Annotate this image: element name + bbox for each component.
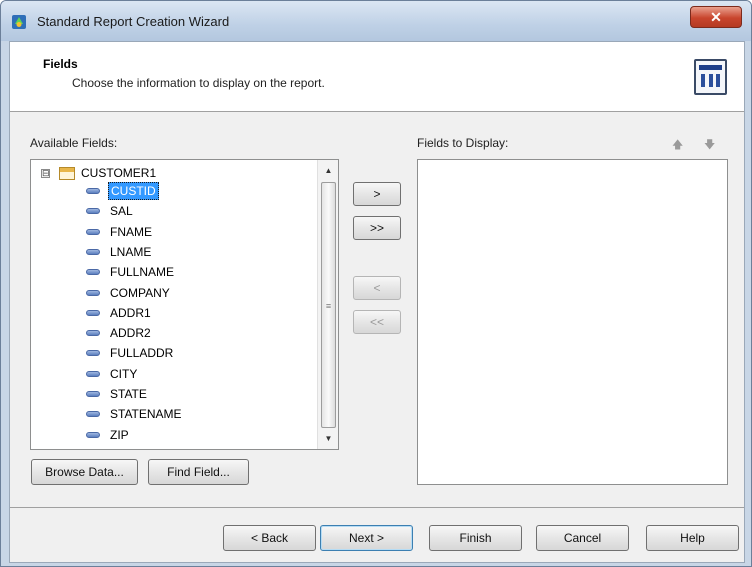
field-icon	[86, 208, 100, 215]
field-icon	[86, 431, 100, 438]
vertical-scrollbar[interactable]: ▲ ≡ ▼	[317, 160, 338, 449]
fields-to-display-label: Fields to Display:	[417, 136, 509, 150]
browse-data-button[interactable]: Browse Data...	[31, 459, 138, 485]
field-icon	[86, 289, 100, 296]
move-up-icon[interactable]: 🡅	[672, 136, 683, 155]
field-item[interactable]: STATE	[86, 385, 149, 403]
field-icon	[86, 391, 100, 397]
field-item[interactable]: FULLADDR	[86, 344, 175, 362]
field-label: STATENAME	[110, 407, 182, 422]
field-item[interactable]: COMPANY	[86, 284, 172, 302]
table-columns-icon	[694, 59, 727, 95]
available-fields-label: Available Fields:	[30, 136, 118, 150]
field-item[interactable]: STATENAME	[86, 405, 184, 423]
page-subtitle: Choose the information to display on the…	[72, 76, 325, 90]
table-icon	[59, 166, 75, 180]
title-bar[interactable]: Standard Report Creation Wizard ✕	[1, 1, 751, 41]
field-item[interactable]: ADDR2	[86, 324, 153, 342]
tree-root-customer1[interactable]: ⊟ CUSTOMER1	[41, 164, 156, 182]
field-label: ADDR1	[110, 305, 151, 320]
field-label: COMPANY	[110, 285, 170, 300]
field-label: CITY	[110, 366, 138, 381]
wizard-header: Fields Choose the information to display…	[10, 42, 744, 112]
scroll-down-icon[interactable]: ▼	[318, 430, 339, 447]
wizard-window: Standard Report Creation Wizard ✕ Fields…	[0, 0, 752, 567]
field-label: FULLNAME	[110, 265, 175, 280]
field-item[interactable]: FNAME	[86, 223, 154, 241]
scroll-thumb[interactable]: ≡	[321, 182, 336, 428]
app-icon	[12, 15, 26, 29]
field-label: ADDR2	[110, 326, 151, 341]
field-icon	[86, 411, 100, 418]
tree-root-label: CUSTOMER1	[81, 166, 157, 180]
field-label: LNAME	[110, 244, 152, 259]
field-icon	[86, 248, 100, 255]
field-label: FULLADDR	[110, 346, 174, 361]
field-item[interactable]: FULLNAME	[86, 263, 176, 281]
field-label: SAL	[110, 204, 133, 219]
finish-button[interactable]: Finish	[429, 525, 522, 551]
field-icon	[86, 330, 100, 337]
add-all-fields-button[interactable]: >>	[353, 216, 401, 240]
wizard-body: Fields Choose the information to display…	[9, 41, 745, 563]
fields-to-display-list[interactable]	[417, 159, 728, 485]
field-label: FNAME	[110, 224, 152, 239]
field-item[interactable]: CUSTID	[86, 182, 159, 200]
window-title: Standard Report Creation Wizard	[37, 14, 230, 29]
move-down-icon[interactable]: 🡇	[704, 136, 715, 155]
field-icon	[86, 269, 100, 276]
field-icon	[86, 309, 100, 316]
next-button[interactable]: Next >	[320, 525, 413, 551]
cancel-button[interactable]: Cancel	[536, 525, 629, 551]
footer-separator	[10, 507, 744, 508]
remove-all-fields-button[interactable]: <<	[353, 310, 401, 334]
remove-field-button[interactable]: <	[353, 276, 401, 300]
field-icon	[86, 370, 100, 377]
field-label: ZIP	[110, 427, 129, 442]
back-button[interactable]: < Back	[223, 525, 316, 551]
field-label: STATE	[110, 387, 147, 401]
collapse-icon[interactable]: ⊟	[41, 168, 50, 178]
field-label: CUSTID	[108, 182, 159, 200]
field-icon	[86, 350, 100, 357]
field-item[interactable]: LNAME	[86, 243, 153, 261]
field-icon	[86, 228, 100, 235]
scroll-up-icon[interactable]: ▲	[318, 162, 339, 179]
field-item[interactable]: SAL	[86, 202, 135, 220]
add-field-button[interactable]: >	[353, 182, 401, 206]
close-button[interactable]: ✕	[690, 6, 742, 28]
field-item[interactable]: ZIP	[86, 426, 131, 444]
help-button[interactable]: Help	[646, 525, 739, 551]
field-icon	[86, 188, 100, 194]
available-fields-tree[interactable]: ⊟ CUSTOMER1 CUSTID SAL FNAME LNAME FULLNAME C…	[30, 159, 339, 450]
page-title: Fields	[43, 57, 78, 71]
find-field-button[interactable]: Find Field...	[148, 459, 249, 485]
field-item[interactable]: CITY	[86, 365, 139, 383]
field-item[interactable]: ADDR1	[86, 304, 153, 322]
